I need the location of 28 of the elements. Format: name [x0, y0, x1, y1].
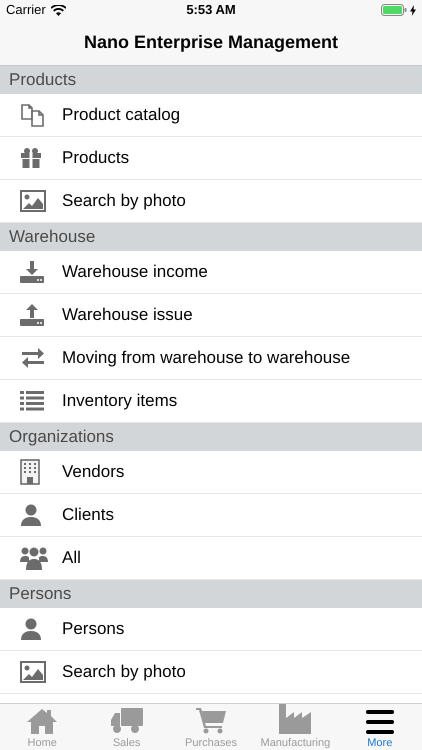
menu-icon — [366, 710, 394, 734]
truck-icon — [110, 708, 143, 734]
download-icon — [20, 261, 44, 283]
factory-icon — [279, 704, 312, 734]
cart-icon — [196, 708, 226, 734]
tab[interactable]: More — [338, 704, 422, 750]
building-icon — [20, 459, 40, 485]
home-icon — [27, 708, 58, 734]
wifi-icon — [50, 4, 66, 16]
group-icon — [20, 546, 48, 570]
image-icon — [20, 190, 46, 212]
section-title: Organizations — [9, 426, 114, 448]
clock-text: 5:53 AM — [186, 1, 236, 20]
charging-icon — [410, 4, 416, 16]
list-icon — [20, 391, 44, 411]
swap-arrows-icon — [20, 348, 46, 368]
upload-icon — [20, 304, 44, 326]
screen-title: Nano Enterprise Management — [84, 31, 338, 54]
section-title: Products — [9, 69, 76, 92]
person-icon — [20, 618, 42, 640]
section-title: Persons — [9, 583, 72, 606]
carrier-text: Carrier — [6, 1, 46, 20]
gift-icon — [20, 147, 42, 169]
battery-icon — [381, 4, 407, 16]
image-icon — [20, 661, 46, 683]
copy-icon — [20, 102, 46, 128]
section-title: Warehouse — [9, 226, 96, 248]
person-icon — [20, 504, 42, 526]
